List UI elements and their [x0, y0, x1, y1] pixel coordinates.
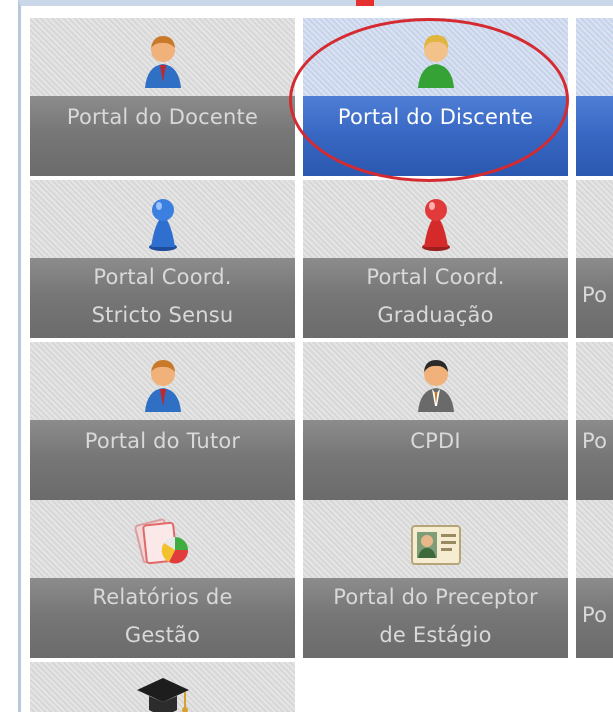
student-person-icon: [303, 30, 568, 90]
tile-portal-coord-graduacao[interactable]: Portal Coord. Graduação: [303, 180, 568, 338]
reports-chart-icon: [30, 512, 295, 572]
tile-label: CPDI: [303, 420, 568, 500]
tile-partial[interactable]: Po: [576, 342, 613, 500]
tile-partial[interactable]: [576, 18, 613, 176]
manager-person-icon: [303, 354, 568, 414]
graduation-cap-icon: [30, 670, 295, 712]
tile-relatorios-gestao[interactable]: Relatórios de Gestão: [30, 500, 295, 658]
teacher-person-icon: [30, 30, 295, 90]
blue-pawn-icon: [30, 192, 295, 252]
tile-label: Portal Coord. Stricto Sensu: [30, 258, 295, 338]
tile-label: Portal do Preceptor de Estágio: [303, 578, 568, 658]
tile-label: Po: [576, 258, 613, 338]
tile-portal-docente[interactable]: Portal do Docente: [30, 18, 295, 176]
tile-label: Portal do Tutor: [30, 420, 295, 500]
tile-partial[interactable]: Po: [576, 180, 613, 338]
tile-label: Portal do Discente: [303, 96, 568, 176]
tile-label: Relatórios de Gestão: [30, 578, 295, 658]
tile-portal-coord-stricto-sensu[interactable]: Portal Coord. Stricto Sensu: [30, 180, 295, 338]
annotation-mark: [356, 0, 374, 6]
tile-label: Po: [576, 420, 613, 500]
tile-portal-preceptor-estagio[interactable]: Portal do Preceptor de Estágio: [303, 500, 568, 658]
tile-cpdi[interactable]: CPDI: [303, 342, 568, 500]
tile-label: [576, 96, 613, 176]
tile-label: Portal Coord. Graduação: [303, 258, 568, 338]
id-card-icon: [303, 512, 568, 572]
tile-portal-discente[interactable]: Portal do Discente: [303, 18, 568, 176]
tutor-person-icon: [30, 354, 295, 414]
red-pawn-icon: [303, 192, 568, 252]
tile-label: Portal do Docente: [30, 96, 295, 176]
tile-partial[interactable]: Po: [576, 500, 613, 658]
tile-portal-tutor[interactable]: Portal do Tutor: [30, 342, 295, 500]
tile-graduation[interactable]: [30, 662, 295, 712]
tile-label: Po: [576, 578, 613, 658]
